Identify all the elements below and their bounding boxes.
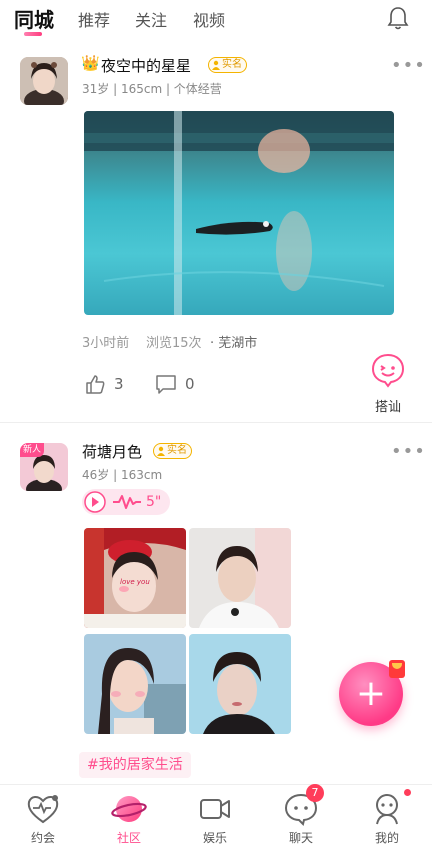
nav-label: 娱乐 xyxy=(202,831,227,845)
comment-button[interactable]: 0 xyxy=(155,373,195,395)
profile-icon xyxy=(376,794,398,825)
video-camera-icon xyxy=(200,799,230,819)
notification-dot xyxy=(404,789,411,796)
play-icon xyxy=(84,491,106,513)
wink-face-icon xyxy=(371,353,405,388)
avatar[interactable]: 新人 xyxy=(20,443,68,491)
verified-badge: 实名 xyxy=(153,443,192,459)
photo-thumbnail[interactable] xyxy=(189,634,291,734)
nav-item-community[interactable]: 社区 xyxy=(86,785,172,858)
active-tab-indicator xyxy=(24,32,42,36)
post-photo[interactable] xyxy=(84,111,394,315)
nav-label: 社区 xyxy=(116,831,141,845)
nav-label: 聊天 xyxy=(288,831,313,845)
planet-icon xyxy=(111,796,147,822)
heart-pulse-icon xyxy=(27,795,59,824)
like-button[interactable]: 3 xyxy=(84,373,124,395)
nav-item-entertainment[interactable]: 娱乐 xyxy=(172,785,258,858)
more-options-icon[interactable]: ••• xyxy=(391,55,426,76)
nav-label: 约会 xyxy=(30,831,55,845)
thumbs-up-icon xyxy=(86,375,105,394)
bell-icon[interactable] xyxy=(386,5,410,31)
comment-icon xyxy=(156,375,176,394)
selfie-photo xyxy=(189,634,291,734)
tab-same-city[interactable]: 同城 xyxy=(14,4,54,33)
verified-label: 实名 xyxy=(222,59,242,70)
avatar[interactable] xyxy=(20,57,68,105)
user-meta: 31岁 | 165cm | 个体经营 xyxy=(82,82,222,96)
person-icon xyxy=(212,60,220,70)
nav-item-me[interactable]: 我的 xyxy=(344,785,430,858)
aquarium-photo xyxy=(84,111,394,315)
greet-button[interactable]: 搭讪 xyxy=(368,352,408,415)
red-envelope-icon[interactable] xyxy=(389,660,405,678)
verified-badge: 实名 xyxy=(208,57,247,73)
photo-thumbnail[interactable] xyxy=(189,528,291,628)
like-count: 3 xyxy=(114,375,124,393)
photo-sticker-text: love you xyxy=(120,578,150,586)
nav-item-chat[interactable]: 聊天 xyxy=(258,785,344,858)
view-count: 浏览15次 xyxy=(146,336,202,351)
nickname[interactable]: 荷塘月色 xyxy=(82,441,142,462)
user-meta: 46岁 | 163cm xyxy=(82,468,163,482)
top-tab-bar: 同城 推荐 关注 视频 xyxy=(0,0,432,44)
tab-follow[interactable]: 关注 xyxy=(135,7,167,31)
unread-badge: 7 xyxy=(306,784,324,802)
nav-item-dating[interactable]: 约会 xyxy=(0,785,86,858)
verified-label: 实名 xyxy=(167,445,187,456)
more-options-icon[interactable]: ••• xyxy=(391,441,426,462)
voice-message[interactable]: 5" xyxy=(82,489,170,515)
bottom-nav: 约会 社区 娱乐 聊天 我的 xyxy=(0,784,432,858)
tab-video[interactable]: 视频 xyxy=(193,7,225,31)
new-user-tag: 新人 xyxy=(20,443,45,457)
voice-duration: 5" xyxy=(146,494,162,510)
photo-thumbnail[interactable]: love you xyxy=(84,528,186,628)
waveform-icon xyxy=(113,495,141,509)
tab-recommend[interactable]: 推荐 xyxy=(78,7,110,31)
comment-count: 0 xyxy=(185,375,195,393)
divider xyxy=(0,422,432,423)
selfie-photo xyxy=(189,528,291,628)
greet-label: 搭讪 xyxy=(374,400,401,415)
topic-tag[interactable]: #我的居家生活 xyxy=(79,752,191,778)
nickname[interactable]: 夜空中的星星 xyxy=(101,55,191,76)
selfie-photo xyxy=(84,634,186,734)
nav-label: 我的 xyxy=(374,831,399,845)
crown-icon: 👑 xyxy=(81,54,100,72)
person-icon xyxy=(157,446,165,456)
post-city: · 芜湖市 xyxy=(210,336,258,351)
avatar-photo xyxy=(20,57,68,105)
photo-thumbnail[interactable] xyxy=(84,634,186,734)
post-time: 3小时前 xyxy=(82,336,130,351)
